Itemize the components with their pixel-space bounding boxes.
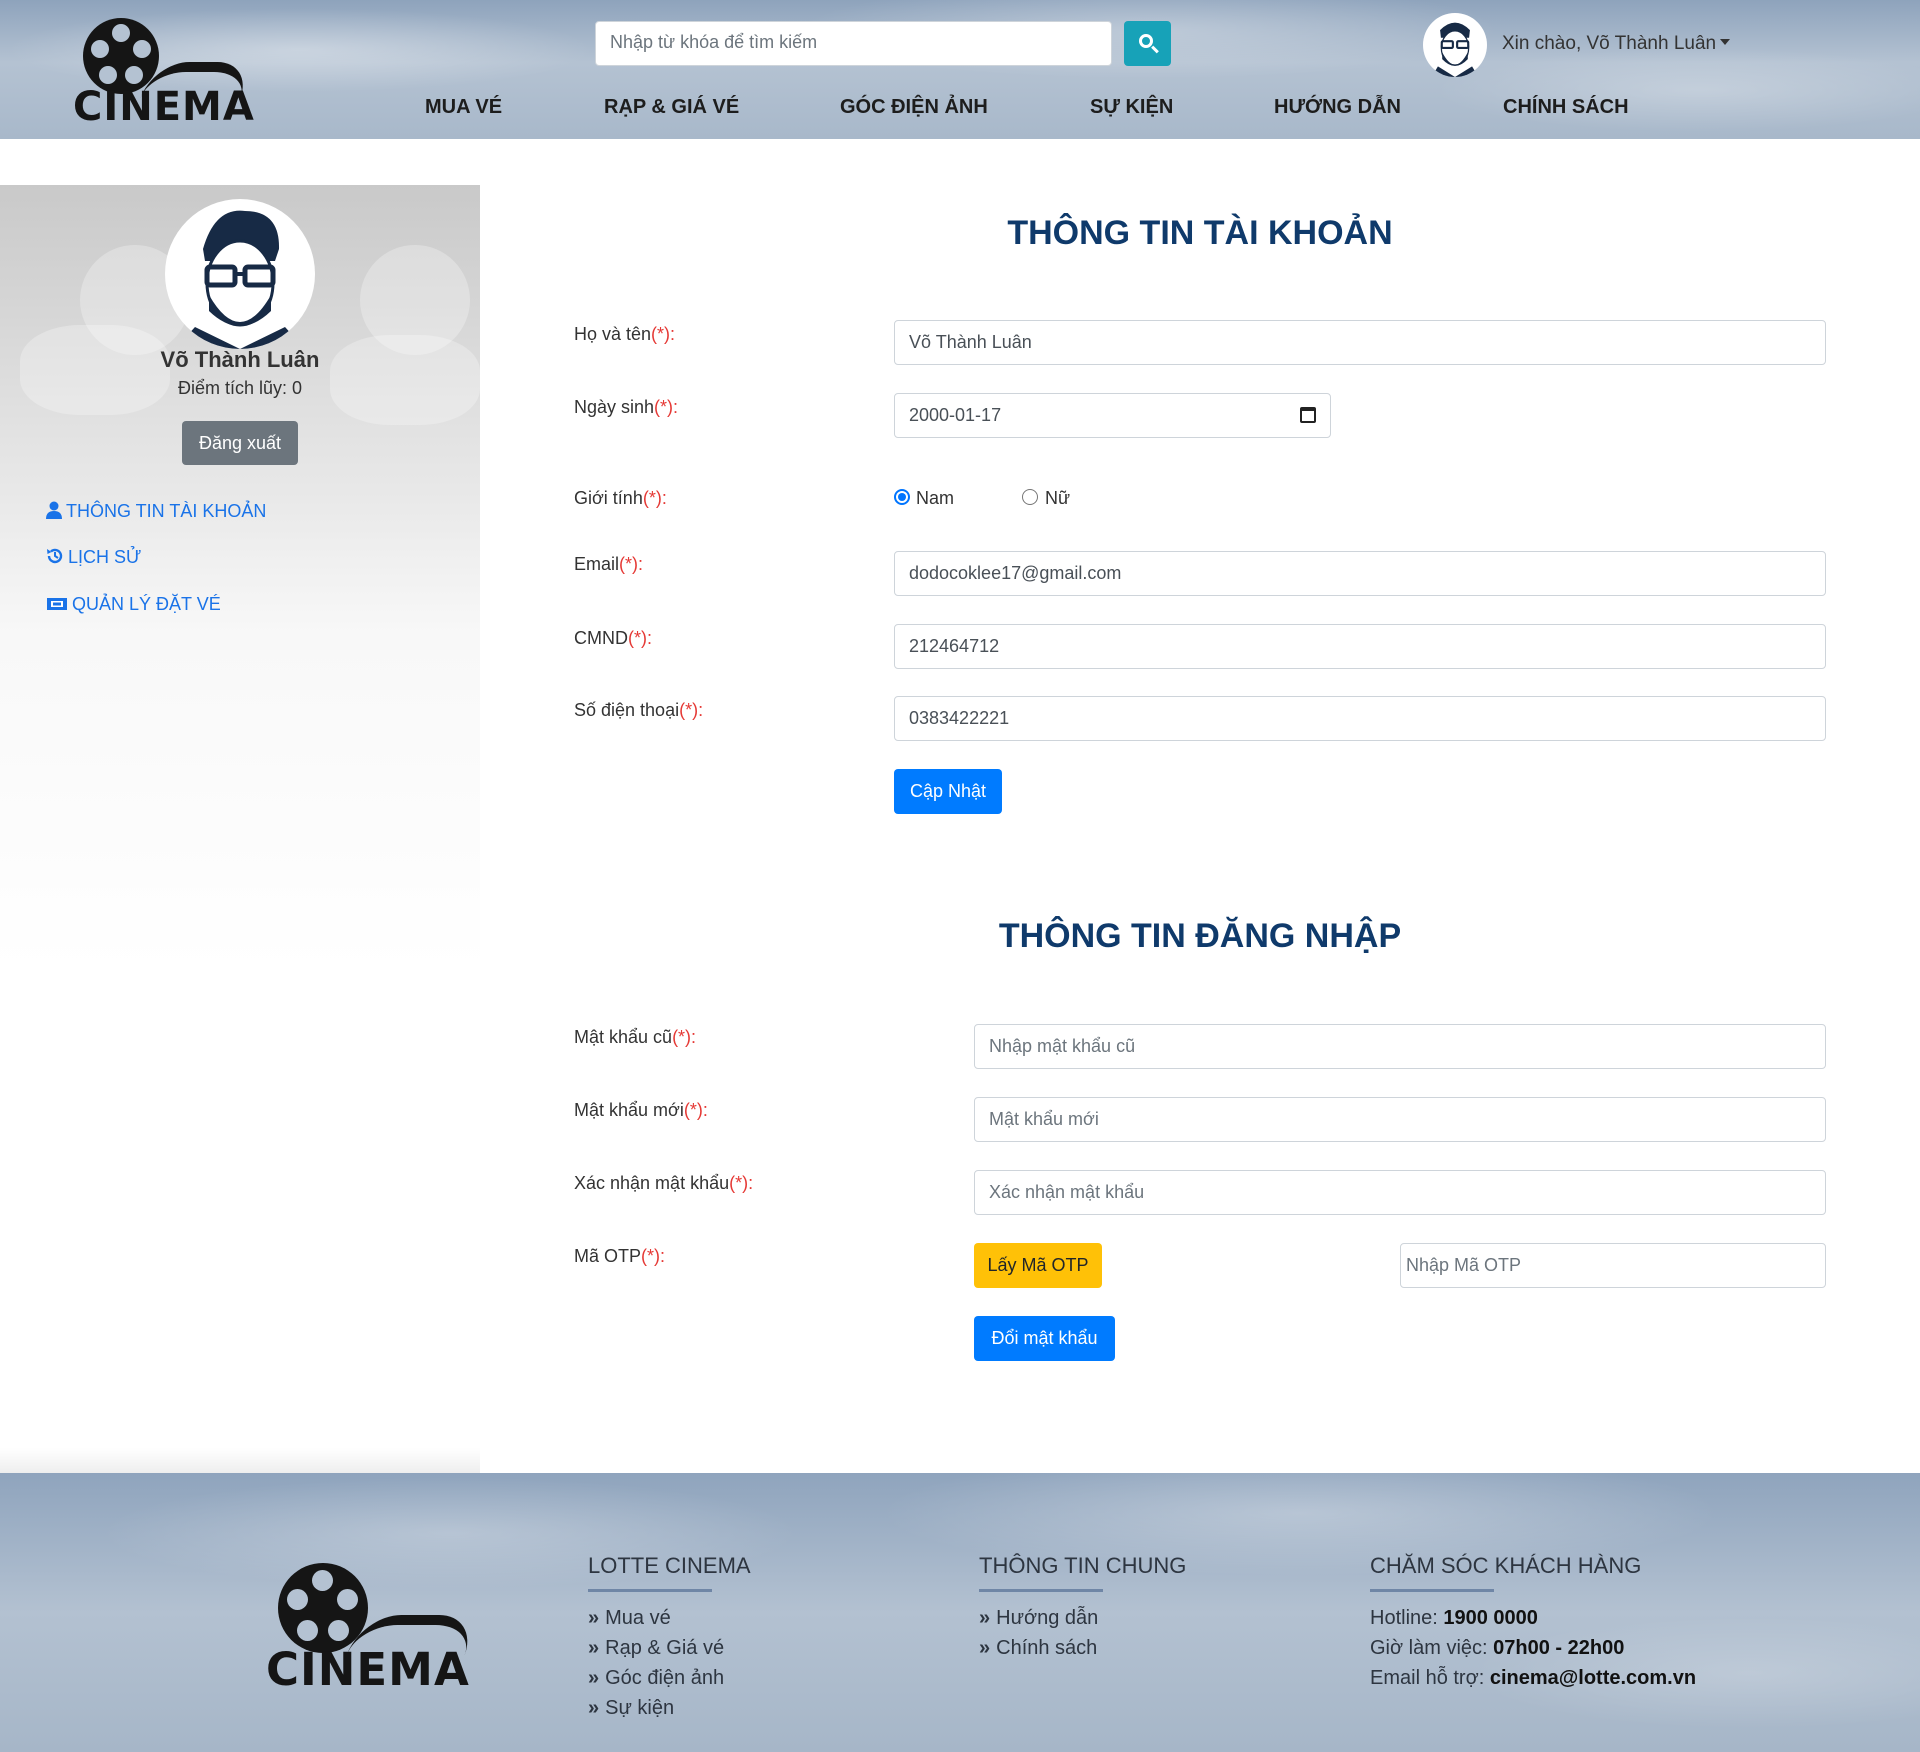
footer-link-rap-gia-ve[interactable]: » Rạp & Giá vé bbox=[588, 1637, 724, 1660]
footer-link-su-kien[interactable]: » Sự kiện bbox=[588, 1697, 674, 1720]
old-password-label: Mật khẩu cũ(*): bbox=[574, 1027, 697, 1047]
avatar-face-icon bbox=[175, 210, 305, 349]
double-chevron-right-icon: » bbox=[588, 1637, 600, 1659]
avatar-face-icon bbox=[1431, 22, 1479, 77]
dob-label: Ngày sinh(*): bbox=[574, 397, 679, 417]
email-field[interactable]: dodocoklee17@gmail.com bbox=[894, 551, 1826, 596]
nav-goc-dien-anh[interactable]: GÓC ĐIỆN ẢNH bbox=[840, 96, 988, 119]
phone-label: Số điện thoại(*): bbox=[574, 700, 704, 720]
phone-field[interactable]: 0383422221 bbox=[894, 696, 1826, 741]
otp-input[interactable]: Nhập Mã OTP bbox=[1400, 1243, 1826, 1288]
double-chevron-right-icon: » bbox=[979, 1637, 991, 1659]
site-footer: CINEMA LOTTE CINEMA » Mua vé » Rạp & Giá v… bbox=[0, 1473, 1920, 1752]
gender-female-radio[interactable] bbox=[1022, 489, 1038, 505]
cmnd-label: CMND(*): bbox=[574, 628, 652, 648]
change-password-button[interactable]: Đổi mật khẩu bbox=[974, 1316, 1115, 1361]
dob-value: 2000-01-17 bbox=[909, 405, 1002, 425]
ticket-icon bbox=[46, 596, 68, 617]
calendar-icon[interactable] bbox=[1300, 407, 1316, 423]
site-header: CINEMA Nhập từ khóa để tìm kiếm Xin chào… bbox=[0, 0, 1920, 139]
sidebar-item-label: QUẢN LÝ ĐẶT VÉ bbox=[72, 594, 221, 614]
sidebar-lower bbox=[0, 635, 480, 1473]
sidebar-item-account-info[interactable]: THÔNG TIN TÀI KHOẢN bbox=[46, 501, 266, 524]
film-reel-icon bbox=[83, 18, 159, 94]
new-password-input[interactable]: Mật khẩu mới bbox=[974, 1097, 1826, 1142]
login-section-title: THÔNG TIN ĐĂNG NHẬP bbox=[998, 917, 1402, 955]
sidebar-item-label: THÔNG TIN TÀI KHOẢN bbox=[66, 501, 267, 521]
sidebar-item-history[interactable]: LỊCH SỬ bbox=[46, 547, 141, 570]
confirm-password-label: Xác nhận mật khẩu(*): bbox=[574, 1173, 754, 1193]
update-button[interactable]: Cập Nhật bbox=[894, 769, 1002, 814]
nav-chinh-sach[interactable]: CHÍNH SÁCH bbox=[1503, 96, 1629, 119]
sidebar-item-booking-manage[interactable]: QUẢN LÝ ĐẶT VÉ bbox=[46, 594, 221, 617]
new-password-label: Mật khẩu mới(*): bbox=[574, 1100, 708, 1120]
otp-label: Mã OTP(*): bbox=[574, 1246, 666, 1266]
profile-points: Điểm tích lũy: 0 bbox=[177, 378, 303, 398]
user-icon bbox=[46, 501, 62, 524]
footer-hotline: Hotline: 1900 0000 bbox=[1370, 1607, 1538, 1629]
footer-hours: Giờ làm việc: 07h00 - 22h00 bbox=[1370, 1637, 1625, 1659]
nav-mua-ve[interactable]: MUA VÉ bbox=[425, 96, 502, 119]
cmnd-field[interactable]: 212464712 bbox=[894, 624, 1826, 669]
gender-male-label[interactable]: Nam bbox=[916, 488, 954, 509]
footer-link-mua-ve[interactable]: » Mua vé bbox=[588, 1607, 671, 1630]
logout-button[interactable]: Đăng xuất bbox=[182, 421, 298, 465]
chevron-down-icon bbox=[1720, 39, 1731, 45]
double-chevron-right-icon: » bbox=[588, 1667, 600, 1689]
footer-col3-title: CHĂM SÓC KHÁCH HÀNG bbox=[1370, 1553, 1642, 1592]
double-chevron-right-icon: » bbox=[979, 1607, 991, 1629]
history-icon bbox=[46, 547, 64, 570]
footer-cinema-logo[interactable]: CINEMA bbox=[266, 1563, 486, 1696]
double-chevron-right-icon: » bbox=[588, 1697, 600, 1719]
gender-male-radio[interactable] bbox=[894, 489, 910, 505]
main-nav: MUA VÉ RẠP & GIÁ VÉ GÓC ĐIỆN ẢNH SỰ KIỆN… bbox=[0, 96, 1920, 126]
gender-female-label[interactable]: Nữ bbox=[1045, 488, 1070, 509]
user-avatar[interactable] bbox=[1423, 13, 1487, 77]
double-chevron-right-icon: » bbox=[588, 1607, 600, 1629]
footer-support-email[interactable]: Email hỗ trợ: cinema@lotte.com.vn bbox=[1370, 1667, 1696, 1690]
fullname-label: Họ và tên(*): bbox=[574, 324, 676, 344]
fullname-field[interactable]: Võ Thành Luân bbox=[894, 320, 1826, 365]
email-label: Email(*): bbox=[574, 554, 644, 574]
profile-name: Võ Thành Luân bbox=[160, 347, 320, 372]
gender-label: Giới tính(*): bbox=[574, 488, 667, 508]
old-password-input[interactable]: Nhập mật khẩu cũ bbox=[974, 1024, 1826, 1069]
greeting-text: Xin chào, Võ Thành Luân bbox=[1502, 33, 1717, 54]
footer-link-chinh-sach[interactable]: » Chính sách bbox=[979, 1637, 1097, 1660]
nav-huong-dan[interactable]: HƯỚNG DẪN bbox=[1274, 96, 1401, 119]
get-otp-button[interactable]: Lấy Mã OTP bbox=[974, 1243, 1102, 1288]
search-input[interactable]: Nhập từ khóa để tìm kiếm bbox=[595, 21, 1112, 66]
user-menu-toggle[interactable]: Xin chào, Võ Thành Luân bbox=[1502, 33, 1731, 55]
search-icon bbox=[1139, 34, 1153, 48]
account-section-title: THÔNG TIN TÀI KHOẢN bbox=[1007, 214, 1393, 252]
nav-rap-gia-ve[interactable]: RẠP & GIÁ VÉ bbox=[604, 96, 739, 119]
dob-field[interactable]: 2000-01-17 bbox=[894, 393, 1331, 438]
footer-col2-title: THÔNG TIN CHUNG bbox=[979, 1553, 1187, 1592]
profile-avatar bbox=[165, 199, 315, 349]
sidebar-item-label: LỊCH SỬ bbox=[68, 547, 142, 567]
footer-logo-wordmark: CINEMA bbox=[266, 1643, 470, 1696]
footer-link-goc-dien-anh[interactable]: » Góc điện ảnh bbox=[588, 1667, 724, 1690]
confirm-password-input[interactable]: Xác nhận mật khẩu bbox=[974, 1170, 1826, 1215]
search-button[interactable] bbox=[1124, 21, 1171, 66]
footer-link-huong-dan[interactable]: » Hướng dẫn bbox=[979, 1607, 1098, 1630]
footer-col1-title: LOTTE CINEMA bbox=[588, 1553, 751, 1592]
nav-su-kien[interactable]: SỰ KIỆN bbox=[1090, 96, 1173, 119]
